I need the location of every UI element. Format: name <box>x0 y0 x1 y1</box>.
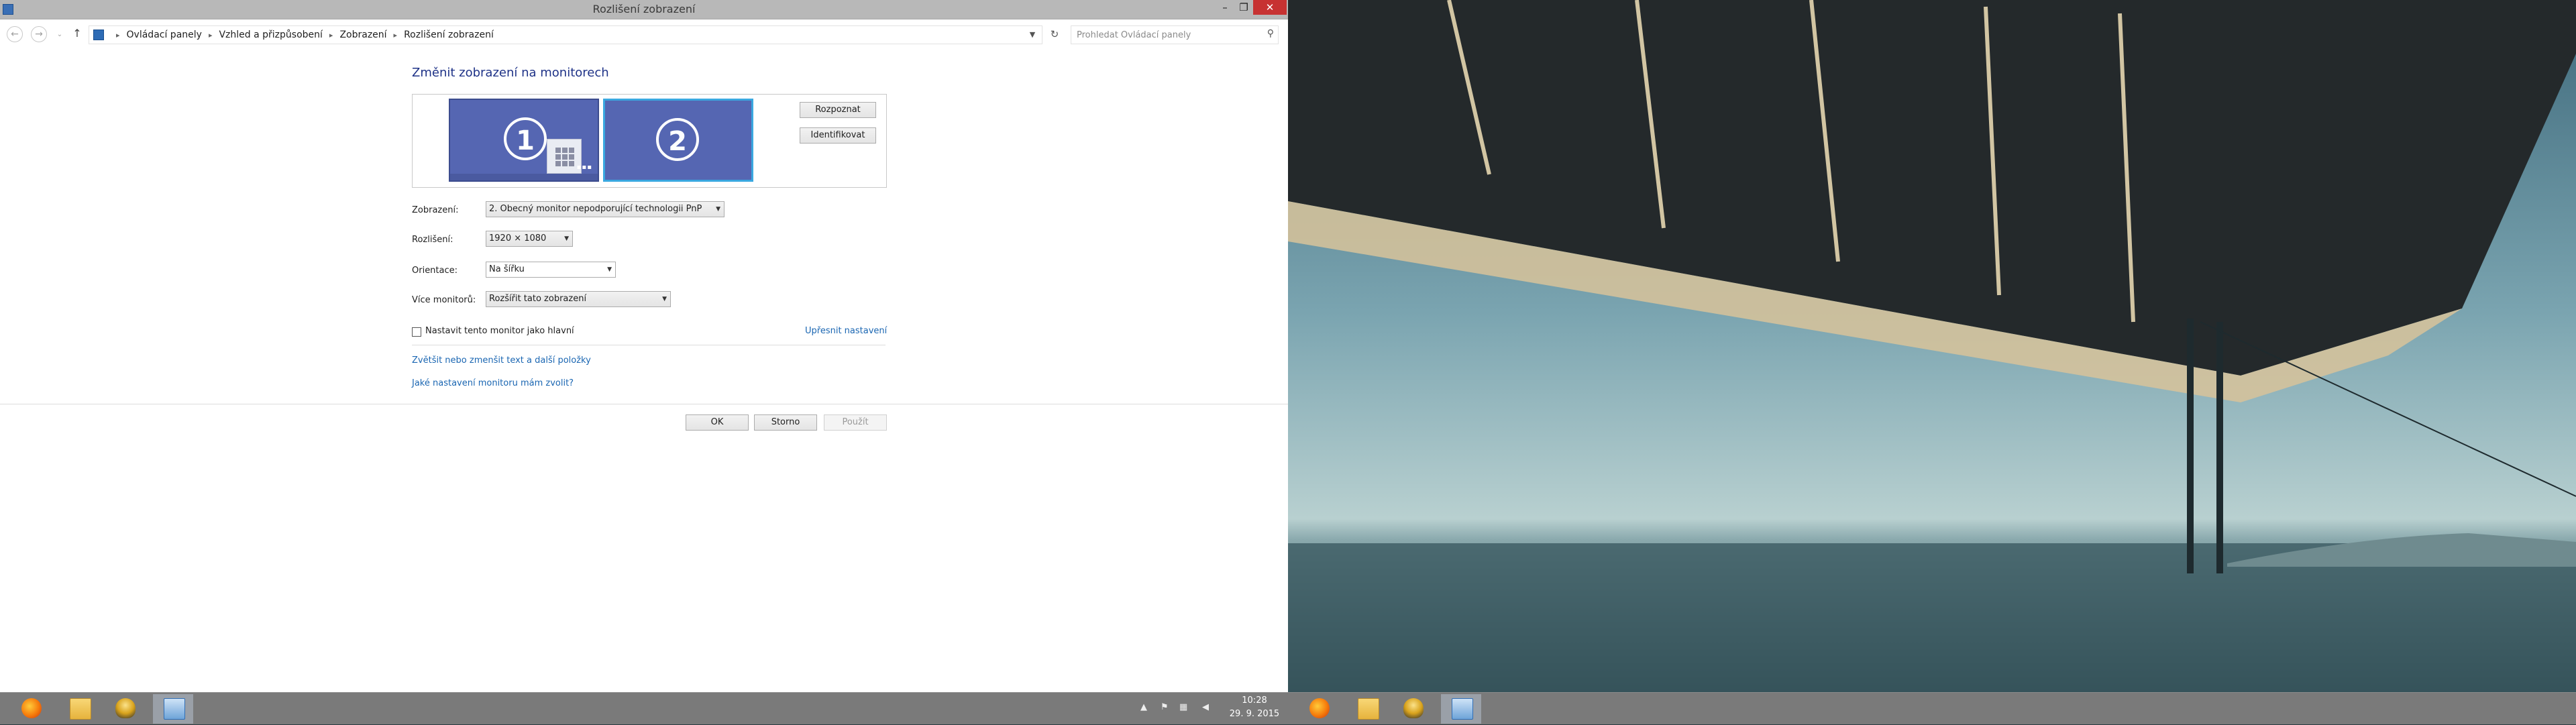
file-explorer-icon <box>1358 698 1379 720</box>
taskbar-control-panel[interactable] <box>153 694 193 724</box>
title-bar[interactable]: Rozlišení zobrazení – ❐ ✕ <box>0 0 1288 19</box>
advanced-settings-link[interactable]: Upřesnit nastavení <box>805 326 887 336</box>
multiple-displays-select[interactable]: Rozšířit tato zobrazení ▼ <box>486 291 671 307</box>
breadcrumb: ▸ Ovládací panely ▸ Vzhled a přizpůsobení ▸ Z… <box>109 26 494 44</box>
desktop-wallpaper[interactable] <box>1288 0 2576 692</box>
orientation-label: Orientace: <box>412 266 458 276</box>
taskbar-fl-studio[interactable] <box>105 694 145 724</box>
file-explorer-icon <box>70 698 91 720</box>
control-panel-icon <box>1452 698 1473 720</box>
breadcrumb-separator-icon[interactable]: ▸ <box>329 31 333 40</box>
apply-button[interactable]: Použít <box>824 414 887 431</box>
clock-date[interactable]: 29. 9. 2015 <box>1226 709 1283 719</box>
bridge-wallpaper-image <box>1288 0 2576 692</box>
taskbar-control-panel[interactable] <box>1441 694 1481 724</box>
chevron-down-icon: ▼ <box>607 266 612 273</box>
ok-button[interactable]: OK <box>686 414 749 431</box>
taskbar-firefox[interactable] <box>1299 694 1339 724</box>
taskbar-secondary <box>1288 692 2576 724</box>
taskbar-firefox[interactable] <box>11 694 51 724</box>
minimize-button[interactable]: – <box>1216 0 1234 15</box>
system-tray: ▲ ⚑ ▦ ◀ 10:28 29. 9. 2015 <box>1138 693 1285 725</box>
breadcrumb-separator-icon[interactable]: ▸ <box>116 31 120 40</box>
display-select-value: 2. Obecný monitor nepodporující technolo… <box>489 204 702 214</box>
breadcrumb-item-screen-resolution[interactable]: Rozlišení zobrazení <box>404 30 494 40</box>
page-title: Změnit zobrazení na monitorech <box>412 66 609 80</box>
search-input[interactable] <box>1075 28 1259 42</box>
network-icon[interactable]: ▦ <box>1179 702 1187 712</box>
taskbar-file-explorer[interactable] <box>1347 694 1387 724</box>
path-box[interactable]: ▸ Ovládací panely ▸ Vzhled a přizpůsobení ▸ Z… <box>89 25 1042 44</box>
fl-studio-icon <box>115 698 136 718</box>
fl-studio-icon <box>1403 698 1424 718</box>
maximize-button[interactable]: ❐ <box>1234 0 1253 15</box>
detect-button[interactable]: Rozpoznat <box>800 102 876 118</box>
monitor-number: 1 <box>504 117 547 160</box>
search-box[interactable]: ⚲ <box>1071 25 1279 44</box>
up-arrow-icon[interactable]: ↑ <box>70 26 85 41</box>
resolution-select-value: 1920 × 1080 <box>489 233 547 243</box>
forward-arrow-icon[interactable]: → <box>31 26 47 42</box>
display-select[interactable]: 2. Obecný monitor nepodporující technolo… <box>486 201 724 217</box>
recent-locations-chevron-icon[interactable]: ⌄ <box>55 27 64 42</box>
dots-icon: ▪▪▪ <box>576 164 592 171</box>
address-bar: ← → ⌄ ↑ ▸ Ovládací panely ▸ Vzhled a přizpů… <box>0 19 1288 48</box>
breadcrumb-item-control-panel[interactable]: Ovládací panely <box>127 30 202 40</box>
chevron-down-icon: ▼ <box>662 296 667 302</box>
breadcrumb-separator-icon[interactable]: ▸ <box>394 31 398 40</box>
search-icon[interactable]: ⚲ <box>1267 28 1274 39</box>
monitor-number: 2 <box>656 118 699 161</box>
identify-button[interactable]: Identifikovat <box>800 127 876 144</box>
make-primary-label[interactable]: Nastavit tento monitor jako hlavní <box>425 326 574 336</box>
breadcrumb-separator-icon[interactable]: ▸ <box>209 31 213 40</box>
firefox-icon <box>1309 698 1330 718</box>
chevron-down-icon: ▼ <box>716 206 720 213</box>
action-center-flag-icon[interactable]: ⚑ <box>1161 702 1169 712</box>
monitor-taskbar <box>450 174 598 180</box>
control-panel-icon <box>164 698 185 720</box>
control-panel-window: Rozlišení zobrazení – ❐ ✕ ← → ⌄ ↑ ▸ Ovlád… <box>0 0 1288 692</box>
close-button[interactable]: ✕ <box>1253 0 1287 15</box>
refresh-icon[interactable]: ↻ <box>1046 26 1063 42</box>
chevron-down-icon: ▼ <box>564 235 569 242</box>
make-primary-checkbox[interactable] <box>412 327 421 337</box>
monitor-help-link[interactable]: Jaké nastavení monitoru mám zvolit? <box>412 378 574 388</box>
taskbar-fl-studio[interactable] <box>1393 694 1433 724</box>
cancel-button[interactable]: Storno <box>754 414 817 431</box>
control-panel-path-icon <box>93 30 104 40</box>
breadcrumb-item-appearance[interactable]: Vzhled a přizpůsobení <box>219 30 322 40</box>
window-title: Rozlišení zobrazení <box>592 3 696 15</box>
multiple-displays-select-value: Rozšířit tato zobrazení <box>489 294 587 304</box>
volume-icon[interactable]: ◀ <box>1202 702 1209 712</box>
chevron-down-icon[interactable]: ▼ <box>1026 26 1039 44</box>
monitor-2[interactable]: 2 <box>603 99 753 182</box>
monitor-1[interactable]: 1 ▪▪▪ <box>449 99 599 182</box>
resolution-label: Rozlišení: <box>412 235 453 245</box>
text-size-link[interactable]: Zvětšit nebo zmenšit text a další položk… <box>412 355 591 366</box>
orientation-select-value: Na šířku <box>489 264 525 274</box>
breadcrumb-item-display[interactable]: Zobrazení <box>339 30 386 40</box>
firefox-icon <box>21 698 42 718</box>
orientation-select[interactable]: Na šířku ▼ <box>486 262 616 278</box>
clock-time[interactable]: 10:28 <box>1234 695 1275 706</box>
show-hidden-icons-chevron-icon[interactable]: ▲ <box>1140 702 1147 712</box>
display-label: Zobrazení: <box>412 205 459 215</box>
taskbar-primary: ▲ ⚑ ▦ ◀ 10:28 29. 9. 2015 <box>0 692 1288 724</box>
taskbar-file-explorer[interactable] <box>59 694 99 724</box>
resolution-select[interactable]: 1920 × 1080 ▼ <box>486 231 573 247</box>
back-arrow-icon[interactable]: ← <box>7 26 23 42</box>
multiple-displays-label: Více monitorů: <box>412 295 476 305</box>
